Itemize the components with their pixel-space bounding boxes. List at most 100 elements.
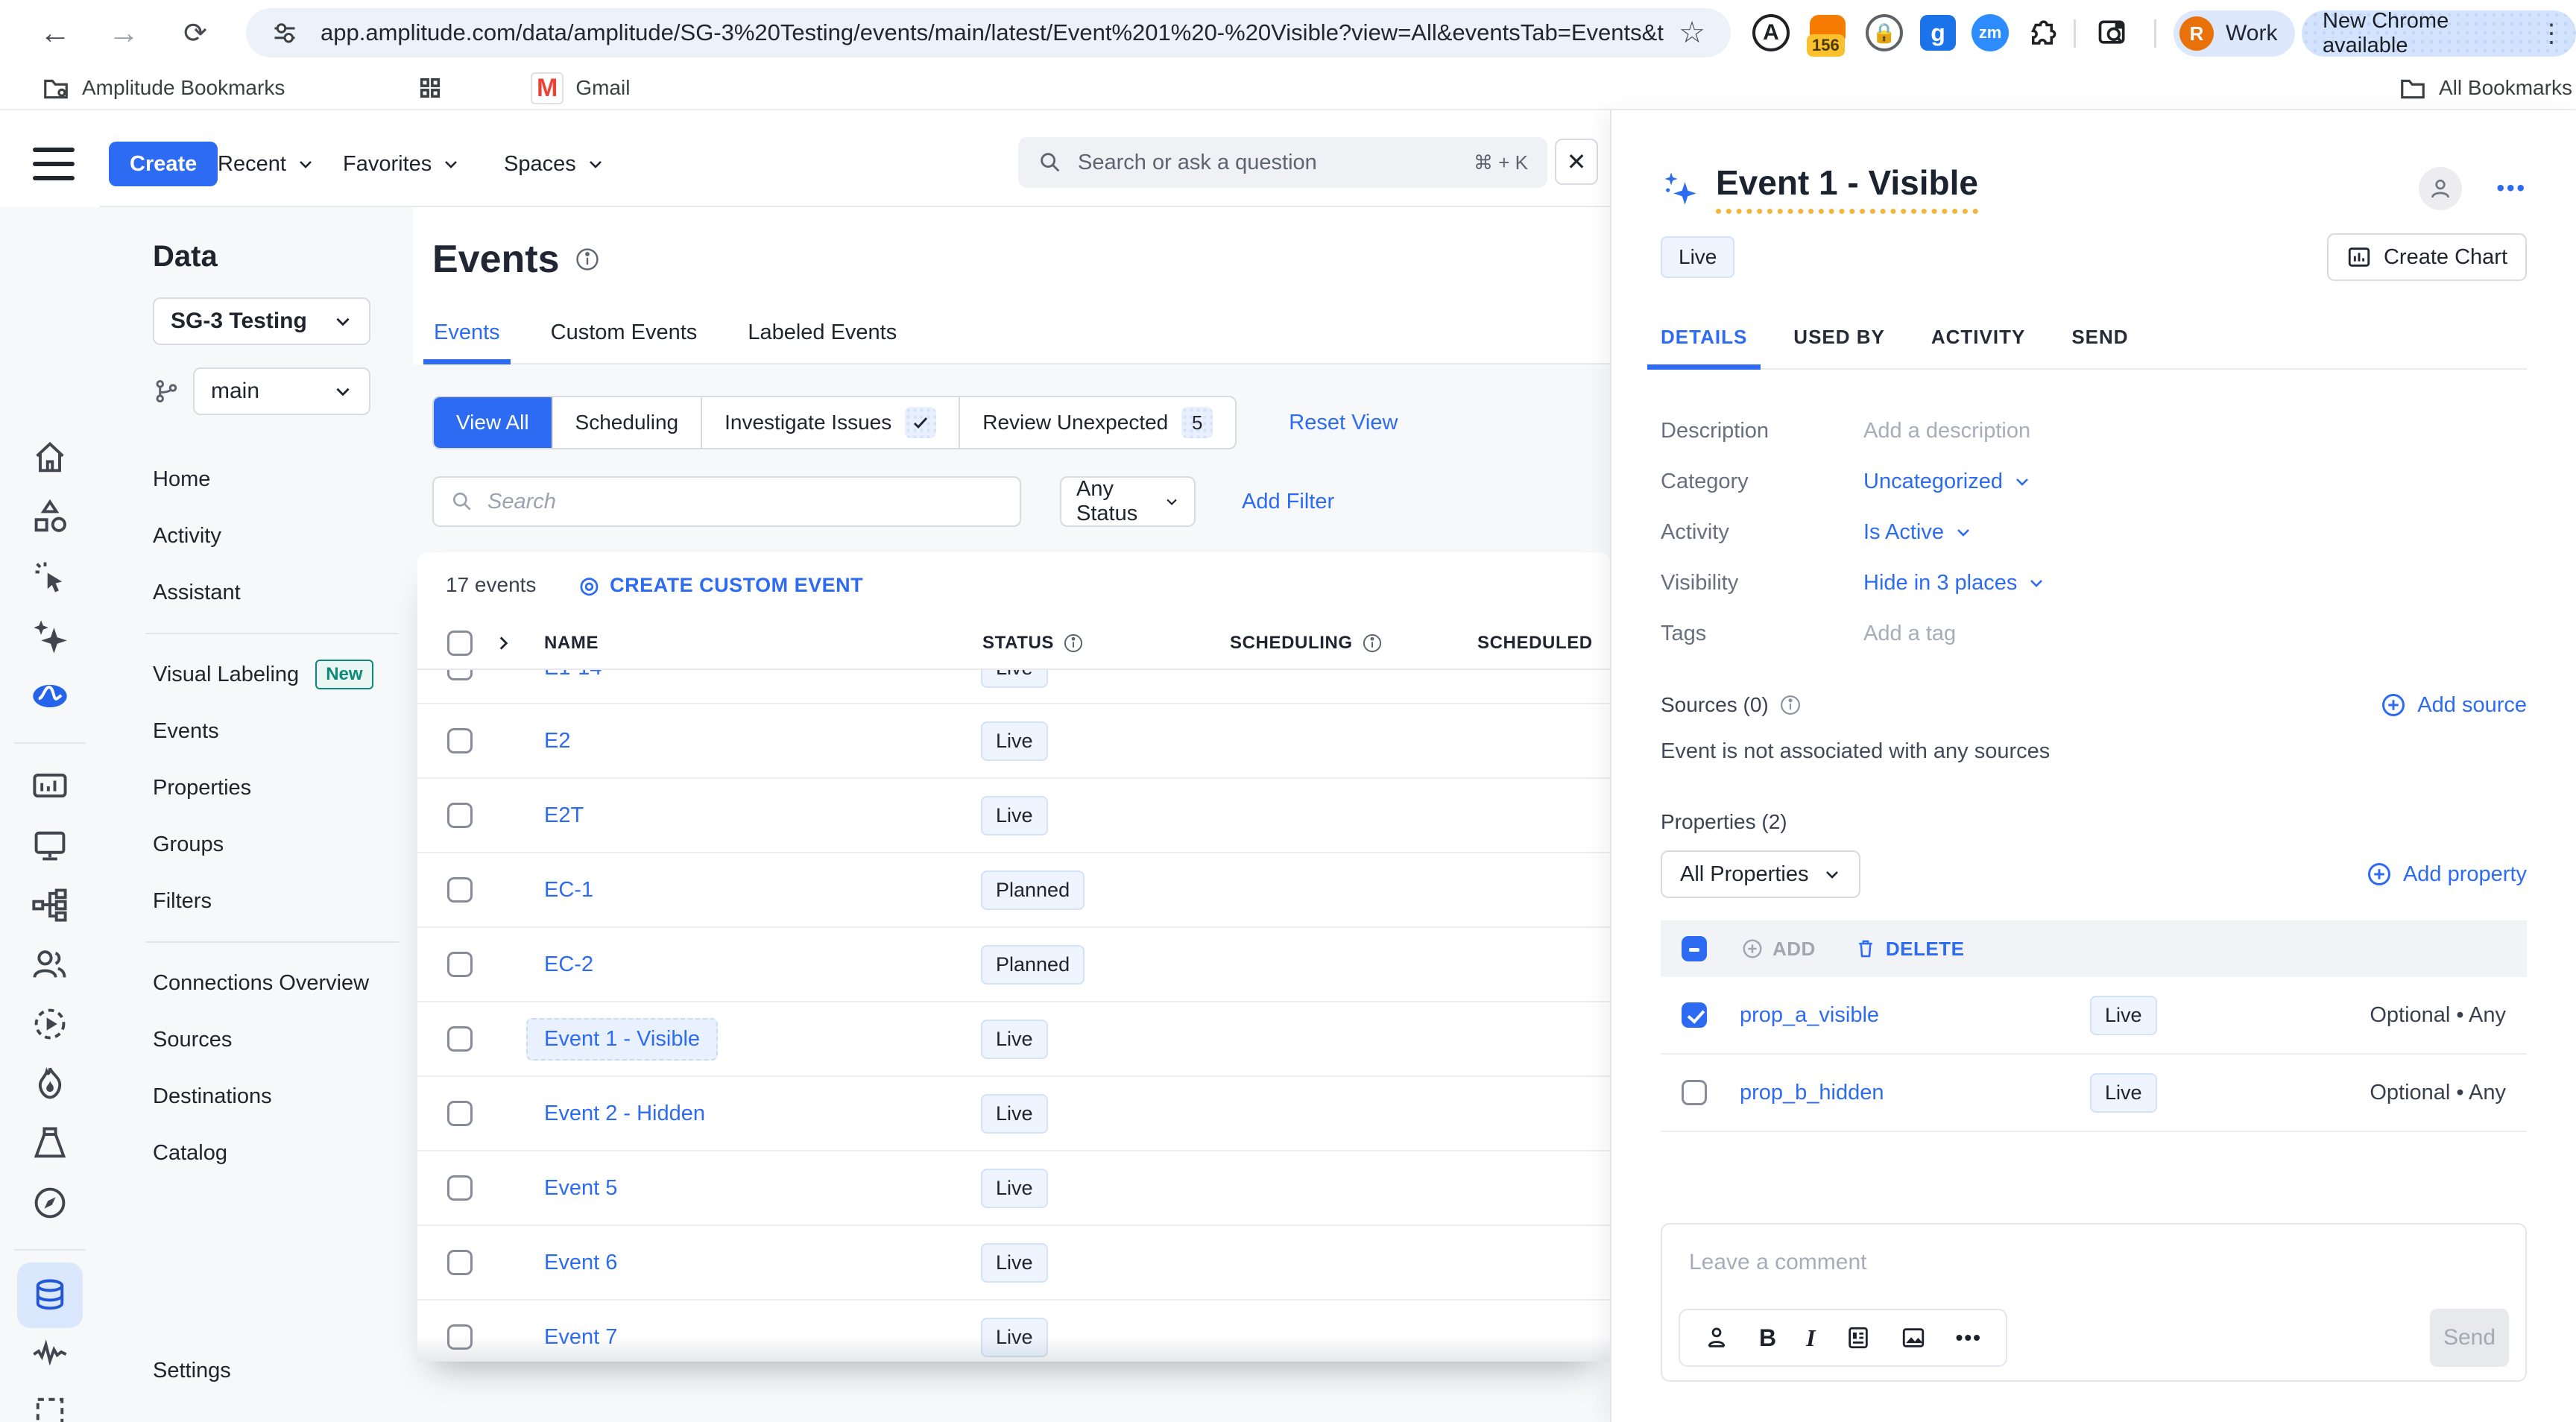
property-name-link[interactable]: prop_b_hidden (1740, 1081, 2090, 1105)
back-icon[interactable]: ← (36, 13, 75, 52)
rail-flow-icon[interactable] (31, 885, 69, 924)
row-checkbox[interactable] (447, 670, 473, 680)
comment-box[interactable]: Leave a comment B I ••• Send (1661, 1223, 2527, 1382)
table-row[interactable]: Event 2 - HiddenLive (417, 1077, 1610, 1151)
panel-tab-send[interactable]: SEND (2071, 326, 2128, 368)
owner-avatar[interactable] (2419, 167, 2462, 210)
panel-tab-used-by[interactable]: USED BY (1793, 326, 1885, 368)
add-source-button[interactable]: Add source (2380, 692, 2527, 718)
table-row[interactable]: E2Live (417, 704, 1610, 779)
table-row[interactable]: E2TLive (417, 779, 1610, 853)
field-placeholder[interactable]: Add a description (1863, 419, 2030, 443)
browser-menu-icon[interactable]: ⋮ (2539, 26, 2564, 41)
profile-chip[interactable]: R Work (2174, 10, 2295, 57)
refresh-icon[interactable]: ⟳ (176, 13, 215, 52)
create-custom-event-button[interactable]: ◎ CREATE CUSTOM EVENT (579, 572, 863, 598)
sidebar-item-events[interactable]: Events (153, 703, 413, 759)
extension-lock-icon[interactable]: 🔒 (1863, 12, 1905, 54)
extensions-puzzle-icon[interactable] (2021, 12, 2063, 54)
row-checkbox[interactable] (447, 1250, 473, 1275)
event-name-link[interactable]: EC-2 (544, 952, 593, 977)
sidebar-item-properties[interactable]: Properties (153, 759, 413, 816)
extension-a-icon[interactable]: A (1750, 12, 1792, 54)
expand-chevron-icon[interactable] (493, 633, 513, 653)
rail-shapes-icon[interactable] (31, 498, 69, 537)
event-name-link[interactable]: Event 2 - Hidden (544, 1102, 705, 1126)
status-filter-select[interactable]: Any Status (1060, 476, 1196, 527)
field-placeholder[interactable]: Add a tag (1863, 622, 1956, 646)
info-icon[interactable] (1779, 694, 1802, 716)
view-filter-review-unexpected[interactable]: Review Unexpected5 (960, 397, 1235, 448)
row-checkbox[interactable] (447, 1101, 473, 1126)
extension-blocker-icon[interactable]: 156 (1807, 12, 1849, 54)
rail-home-icon[interactable] (31, 438, 69, 477)
properties-select-all-checkbox[interactable] (1682, 936, 1707, 961)
view-filter-scheduling[interactable]: Scheduling (553, 397, 703, 448)
bold-icon[interactable]: B (1759, 1324, 1776, 1352)
more-formatting-icon[interactable]: ••• (1956, 1326, 1982, 1350)
table-row[interactable]: EC-1Planned (417, 853, 1610, 928)
info-icon[interactable] (575, 247, 600, 272)
sidebar-item-assistant[interactable]: Assistant (153, 564, 413, 621)
rail-waveform-icon[interactable] (31, 1333, 69, 1371)
table-row[interactable]: Event 6Live (417, 1226, 1610, 1301)
menu-favorites[interactable]: Favorites (343, 142, 460, 186)
branch-select[interactable]: main (193, 367, 370, 415)
image-icon[interactable] (1901, 1325, 1926, 1350)
extension-zoom-icon[interactable]: zm (1969, 12, 2011, 54)
sidebar-item-filters[interactable]: Filters (153, 873, 413, 929)
property-row[interactable]: prop_a_visibleLiveOptional • Any (1661, 977, 2527, 1055)
chrome-update-pill[interactable]: New Chrome available ⋮ (2302, 10, 2576, 57)
table-row[interactable]: E1-14Live (417, 670, 1610, 704)
view-filter-investigate-issues[interactable]: Investigate Issues (702, 397, 960, 448)
event-name-link[interactable]: E2 (544, 729, 570, 753)
event-name-link[interactable]: E2T (544, 803, 584, 828)
all-bookmarks[interactable]: All Bookmarks (2399, 70, 2572, 106)
event-title[interactable]: Event 1 - Visible (1716, 162, 1978, 214)
bookmark-star-icon[interactable]: ☆ (1679, 16, 1705, 50)
table-row[interactable]: EC-2Planned (417, 928, 1610, 1002)
property-checkbox[interactable] (1682, 1002, 1707, 1028)
rail-amplitude-icon[interactable] (31, 677, 69, 715)
sidebar-item-groups[interactable]: Groups (153, 816, 413, 873)
event-name-link[interactable]: Event 1 - Visible (526, 1018, 718, 1061)
url-bar[interactable]: app.amplitude.com/data/amplitude/SG-3%20… (246, 8, 1731, 57)
forward-icon[interactable]: → (104, 13, 143, 52)
info-icon[interactable] (1063, 633, 1084, 654)
bookmark-folder-amplitude[interactable]: Amplitude Bookmarks (42, 70, 285, 106)
sidebar-item-activity[interactable]: Activity (153, 508, 413, 564)
rail-cursor-icon[interactable] (31, 557, 69, 596)
create-button[interactable]: Create (109, 142, 218, 186)
rail-sparkles-icon[interactable] (31, 617, 69, 656)
panel-tab-details[interactable]: DETAILS (1661, 326, 1747, 368)
property-name-link[interactable]: prop_a_visible (1740, 1003, 2090, 1028)
row-checkbox[interactable] (447, 728, 473, 753)
field-value-link[interactable]: Is Active (1863, 520, 1972, 545)
sidebar-item-catalog[interactable]: Catalog (153, 1125, 413, 1181)
project-select[interactable]: SG-3 Testing (153, 297, 370, 345)
panel-tab-activity[interactable]: ACTIVITY (1931, 326, 2025, 368)
sidebar-item-visual-labeling[interactable]: Visual LabelingNew (153, 646, 413, 703)
send-button[interactable]: Send (2430, 1309, 2509, 1367)
view-filter-view-all[interactable]: View All (434, 397, 553, 448)
extension-g-icon[interactable]: g (1917, 12, 1959, 54)
rail-monitor-icon[interactable] (31, 826, 69, 865)
row-checkbox[interactable] (447, 877, 473, 903)
sidebar-item-settings[interactable]: Settings (153, 1359, 231, 1383)
global-search-input[interactable]: Search or ask a question ⌘ + K (1018, 137, 1547, 188)
field-value-link[interactable]: Uncategorized (1863, 470, 2031, 494)
tab-search-icon[interactable] (2092, 12, 2133, 54)
mention-icon[interactable] (1704, 1325, 1729, 1350)
rail-frame-icon[interactable] (31, 1392, 69, 1422)
site-settings-icon[interactable] (271, 19, 298, 46)
event-name-link[interactable]: Event 5 (544, 1176, 617, 1201)
event-name-link[interactable]: EC-1 (544, 878, 593, 903)
property-checkbox[interactable] (1682, 1080, 1707, 1105)
rail-compass-icon[interactable] (31, 1184, 69, 1222)
italic-icon[interactable]: I (1806, 1324, 1815, 1352)
sidebar-item-sources[interactable]: Sources (153, 1011, 413, 1068)
template-icon[interactable] (1846, 1325, 1871, 1350)
event-name-link[interactable]: Event 6 (544, 1251, 617, 1275)
info-icon[interactable] (1362, 633, 1383, 654)
field-value-link[interactable]: Hide in 3 places (1863, 571, 2045, 595)
